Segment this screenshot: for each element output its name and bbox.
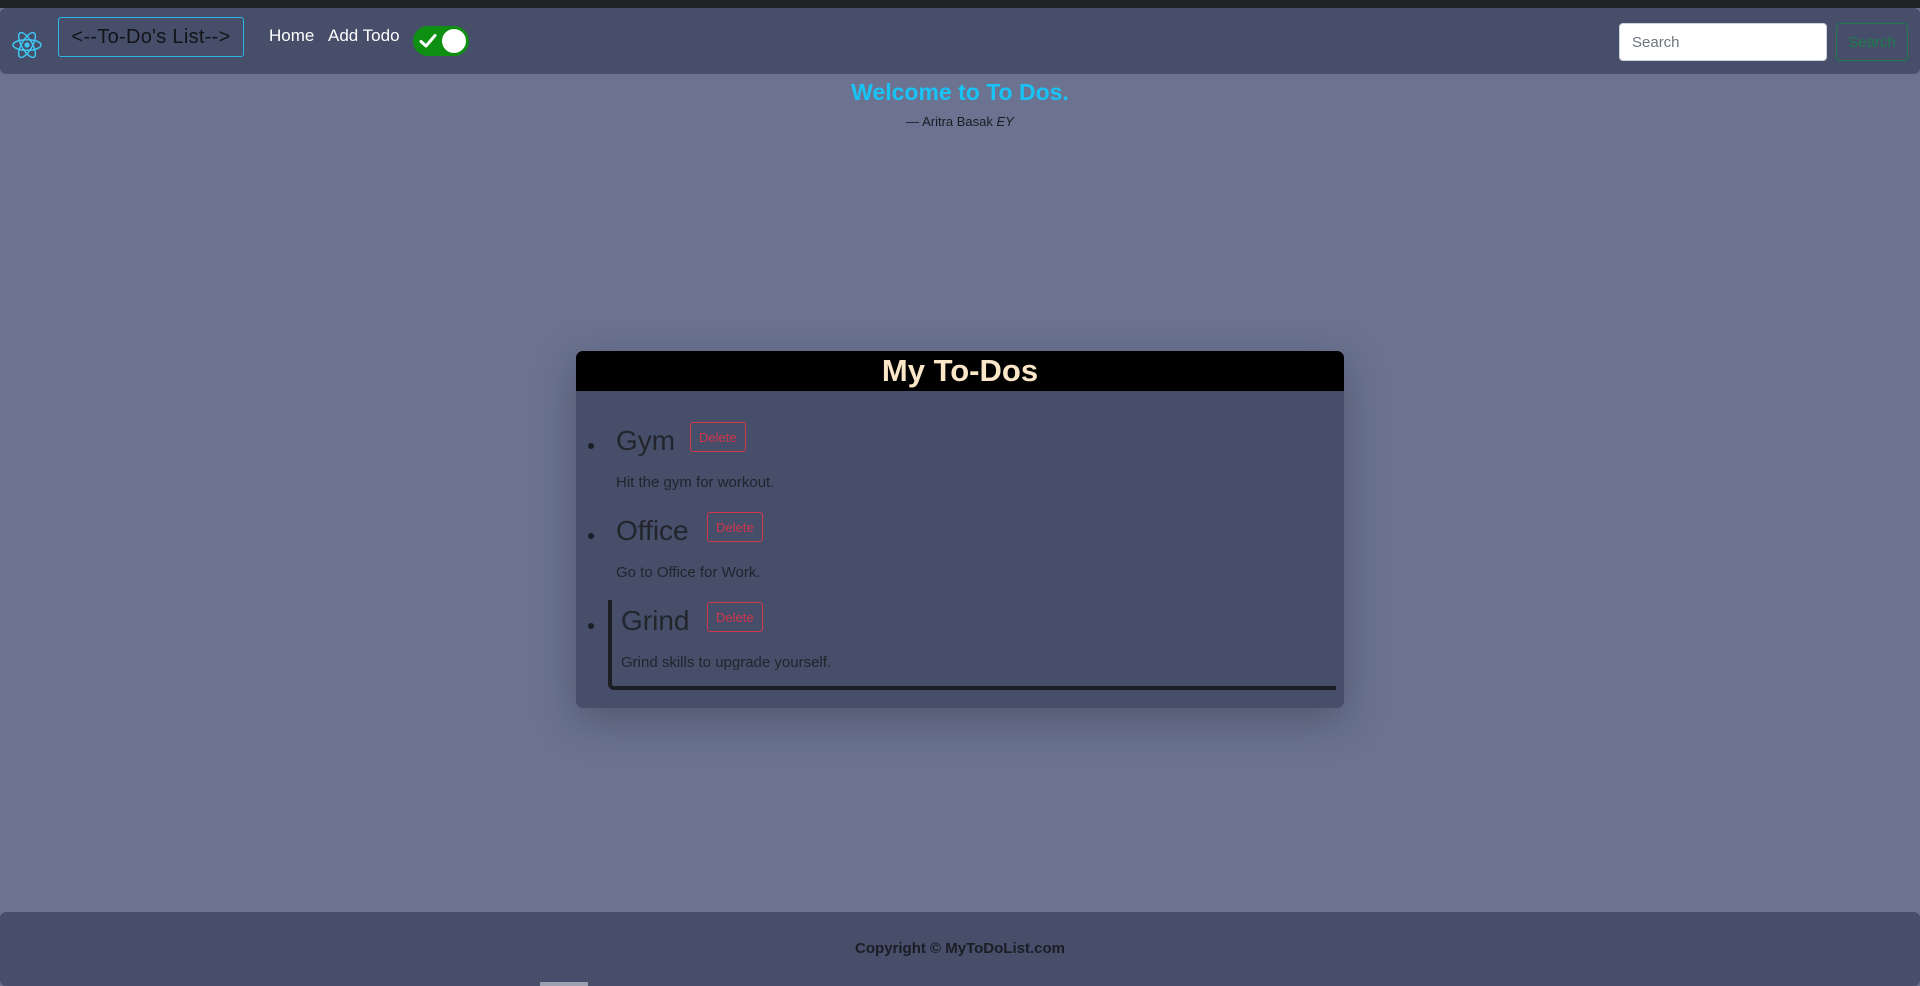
list-bullet xyxy=(588,533,594,539)
nav-link-add-todo[interactable]: Add Todo xyxy=(328,26,400,46)
todo-description: Hit the gym for workout. xyxy=(616,474,775,491)
todo-description: Grind skills to upgrade yourself. xyxy=(621,654,832,671)
todos-heading: My To-Dos xyxy=(576,351,1344,391)
horizontal-scrollbar-thumb[interactable] xyxy=(540,982,588,986)
welcome-heading: Welcome to To Dos. xyxy=(851,79,1069,105)
react-logo-icon[interactable] xyxy=(11,30,43,60)
search-input[interactable] xyxy=(1619,23,1827,61)
nav-link-home[interactable]: Home xyxy=(269,26,314,46)
checkmark-icon xyxy=(419,34,437,48)
todo-description: Go to Office for Work. xyxy=(616,564,761,581)
copyright-text: Copyright © MyToDoList.com xyxy=(855,940,1065,957)
author-credit: — Aritra Basak EY xyxy=(0,114,1920,129)
list-bullet xyxy=(588,443,594,449)
todo-title: Gym xyxy=(616,425,676,456)
brand-link[interactable]: <--To-Do's List--> xyxy=(58,17,244,57)
window-top-strip xyxy=(0,0,1920,8)
delete-button[interactable]: Delete xyxy=(707,602,763,632)
search-button[interactable]: Search xyxy=(1836,23,1908,61)
todos-card: My To-Dos Gym Delete Hit the gym for wor… xyxy=(576,351,1344,708)
author-name: — Aritra Basak xyxy=(906,114,997,129)
navbar: <--To-Do's List--> Home Add Todo Search xyxy=(0,8,1920,74)
author-cite: EY xyxy=(996,114,1014,129)
toggle-knob xyxy=(442,29,466,53)
footer: Copyright © MyToDoList.com xyxy=(0,912,1920,986)
theme-toggle[interactable] xyxy=(413,26,469,56)
delete-button[interactable]: Delete xyxy=(690,422,746,452)
delete-button[interactable]: Delete xyxy=(707,512,763,542)
list-bullet xyxy=(588,623,594,629)
todo-title: Office xyxy=(616,515,689,546)
todo-title: Grind xyxy=(621,605,690,636)
